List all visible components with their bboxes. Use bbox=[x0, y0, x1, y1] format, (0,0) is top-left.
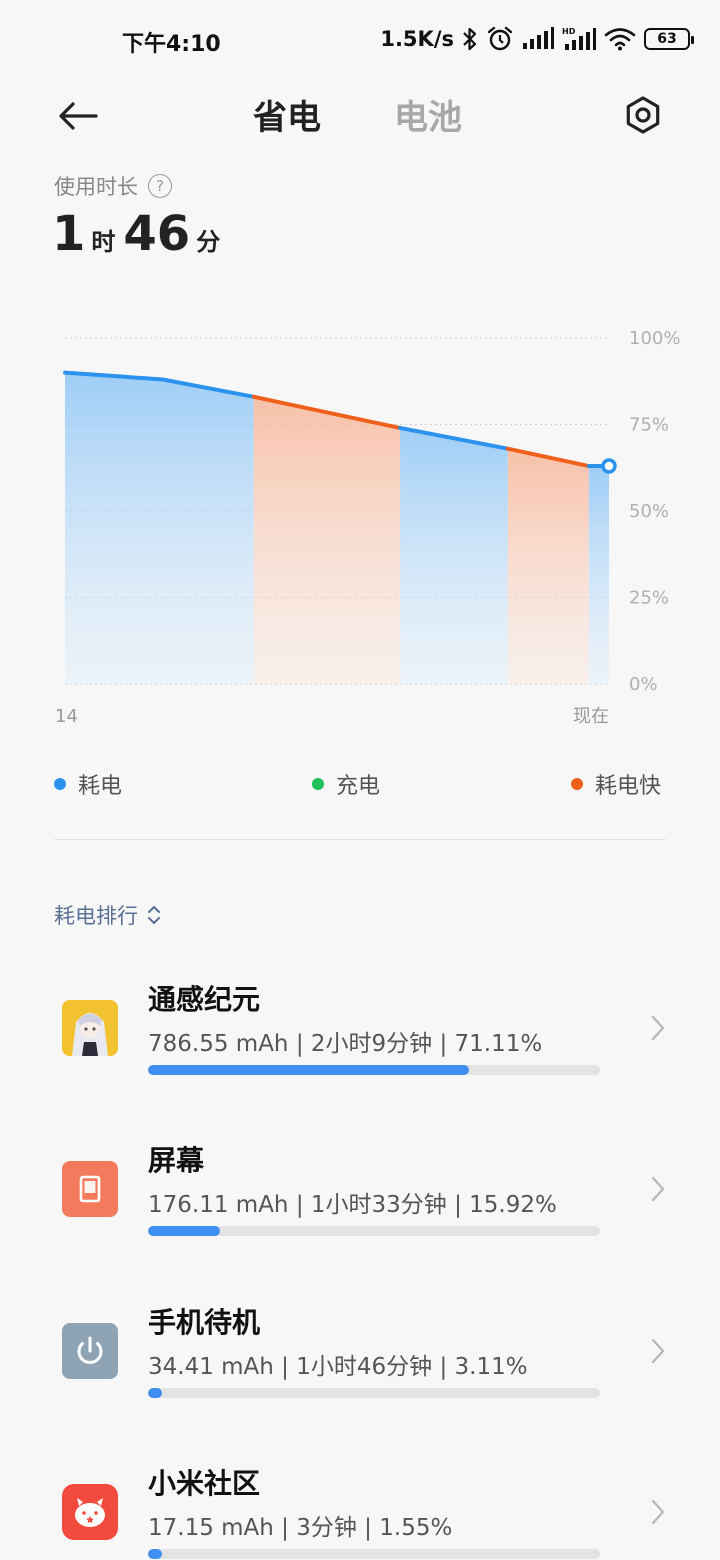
alarm-icon bbox=[486, 26, 514, 52]
status-icons: 1.5K/s HD 63 bbox=[380, 24, 694, 54]
usage-bar-fill bbox=[148, 1226, 220, 1236]
app-stats: 17.15 mAh | 3分钟 | 1.55% bbox=[148, 1515, 453, 1541]
mi-community-icon bbox=[62, 1484, 118, 1540]
usage-minutes: 46 bbox=[123, 206, 191, 262]
app-name: 手机待机 bbox=[148, 1306, 261, 1339]
drain-area bbox=[588, 466, 609, 684]
gear-icon bbox=[626, 96, 660, 134]
usage-bar-track bbox=[148, 1388, 600, 1398]
y-tick-label: 50% bbox=[629, 501, 669, 522]
usage-duration-label: 使用时长 ? bbox=[54, 171, 172, 201]
chevron-right-icon bbox=[648, 1012, 668, 1044]
help-icon[interactable]: ? bbox=[148, 174, 172, 198]
tab-battery[interactable]: 电池 bbox=[394, 90, 462, 139]
usage-label-text: 使用时长 bbox=[54, 175, 138, 199]
drain-area bbox=[400, 427, 508, 684]
usage-bar-fill bbox=[148, 1065, 470, 1075]
usage-bar-fill bbox=[148, 1388, 163, 1398]
chart-legend: 耗电 充电 耗电快 bbox=[0, 768, 720, 800]
power-icon bbox=[62, 1323, 118, 1379]
back-arrow-icon bbox=[59, 102, 98, 130]
chevron-right-icon bbox=[648, 1335, 668, 1367]
net-speed: 1.5K/s bbox=[380, 27, 454, 51]
game-avatar-icon bbox=[62, 1000, 118, 1056]
app-stats: 34.41 mAh | 1小时46分钟 | 3.11% bbox=[148, 1354, 528, 1380]
app-name: 小米社区 bbox=[148, 1467, 261, 1500]
app-row-standby[interactable]: 手机待机 34.41 mAh | 1小时46分钟 | 3.11% bbox=[0, 1295, 720, 1435]
nav-header: 省电 电池 bbox=[0, 86, 720, 146]
current-level-marker bbox=[601, 458, 617, 474]
usage-hours-unit: 时 bbox=[91, 228, 116, 256]
legend-charge-label: 充电 bbox=[336, 774, 381, 799]
battery-chart: 100% 75% 50% 25% 0% 14 现在 bbox=[0, 320, 720, 730]
usage-bar-track bbox=[148, 1226, 600, 1236]
fast-drain-area bbox=[507, 448, 589, 684]
back-button[interactable] bbox=[52, 92, 104, 140]
legend-charge: 充电 bbox=[312, 768, 380, 800]
status-bar: 下午4:10 1.5K/s HD 63 bbox=[0, 0, 720, 80]
fast-drain-area bbox=[253, 396, 401, 684]
chevron-right-icon bbox=[648, 1496, 668, 1528]
ranking-header-label: 耗电排行 bbox=[54, 904, 138, 928]
usage-duration-value: 1 时 46 分 bbox=[52, 206, 228, 262]
legend-drain-label: 耗电 bbox=[78, 774, 123, 799]
y-tick-label: 0% bbox=[629, 674, 658, 695]
battery-chart-svg: 100% 75% 50% 25% 0% 14 现在 bbox=[55, 328, 680, 727]
legend-fast-drain: 耗电快 bbox=[571, 768, 661, 800]
battery-icon: 63 bbox=[644, 28, 694, 50]
x-end-label: 现在 bbox=[573, 706, 609, 727]
usage-bar-track bbox=[148, 1549, 600, 1559]
app-row-screen[interactable]: 屏幕 176.11 mAh | 1小时33分钟 | 15.92% bbox=[0, 1133, 720, 1273]
legend-drain: 耗电 bbox=[54, 768, 122, 800]
usage-bar-fill bbox=[148, 1549, 162, 1559]
chevron-right-icon bbox=[648, 1173, 668, 1205]
svg-text:HD: HD bbox=[562, 27, 576, 36]
legend-fast-drain-dot bbox=[571, 778, 583, 790]
tab-power-saving[interactable]: 省电 bbox=[253, 90, 321, 139]
app-name: 通感纪元 bbox=[148, 983, 261, 1016]
app-row-tonggan[interactable]: 通感纪元 786.55 mAh | 2小时9分钟 | 71.11% bbox=[0, 972, 720, 1112]
app-stats: 176.11 mAh | 1小时33分钟 | 15.92% bbox=[148, 1192, 557, 1218]
x-start-label: 14 bbox=[55, 706, 78, 727]
app-name: 屏幕 bbox=[148, 1144, 205, 1177]
y-tick-label: 100% bbox=[629, 328, 680, 349]
hd-signal-icon: HD bbox=[562, 26, 596, 52]
legend-drain-dot bbox=[54, 778, 66, 790]
usage-bar-track bbox=[148, 1065, 600, 1075]
y-tick-label: 75% bbox=[629, 415, 669, 436]
usage-minutes-unit: 分 bbox=[196, 228, 221, 256]
y-tick-label: 25% bbox=[629, 588, 669, 609]
bluetooth-icon bbox=[462, 26, 478, 52]
sort-updown-icon bbox=[148, 906, 160, 924]
app-stats: 786.55 mAh | 2小时9分钟 | 71.11% bbox=[148, 1031, 543, 1057]
legend-fast-drain-label: 耗电快 bbox=[595, 774, 662, 799]
settings-button[interactable] bbox=[620, 92, 666, 138]
status-time: 下午4:10 bbox=[122, 32, 221, 57]
usage-hours: 1 bbox=[52, 206, 86, 262]
app-row-mi-community[interactable]: 小米社区 17.15 mAh | 3分钟 | 1.55% bbox=[0, 1456, 720, 1560]
ranking-sort-toggle[interactable]: 耗电排行 bbox=[54, 900, 162, 930]
signal-icon bbox=[522, 27, 554, 51]
legend-charge-dot bbox=[312, 778, 324, 790]
wifi-icon bbox=[604, 27, 636, 51]
divider bbox=[54, 839, 666, 840]
drain-area bbox=[65, 372, 254, 684]
screen-icon bbox=[62, 1161, 118, 1217]
